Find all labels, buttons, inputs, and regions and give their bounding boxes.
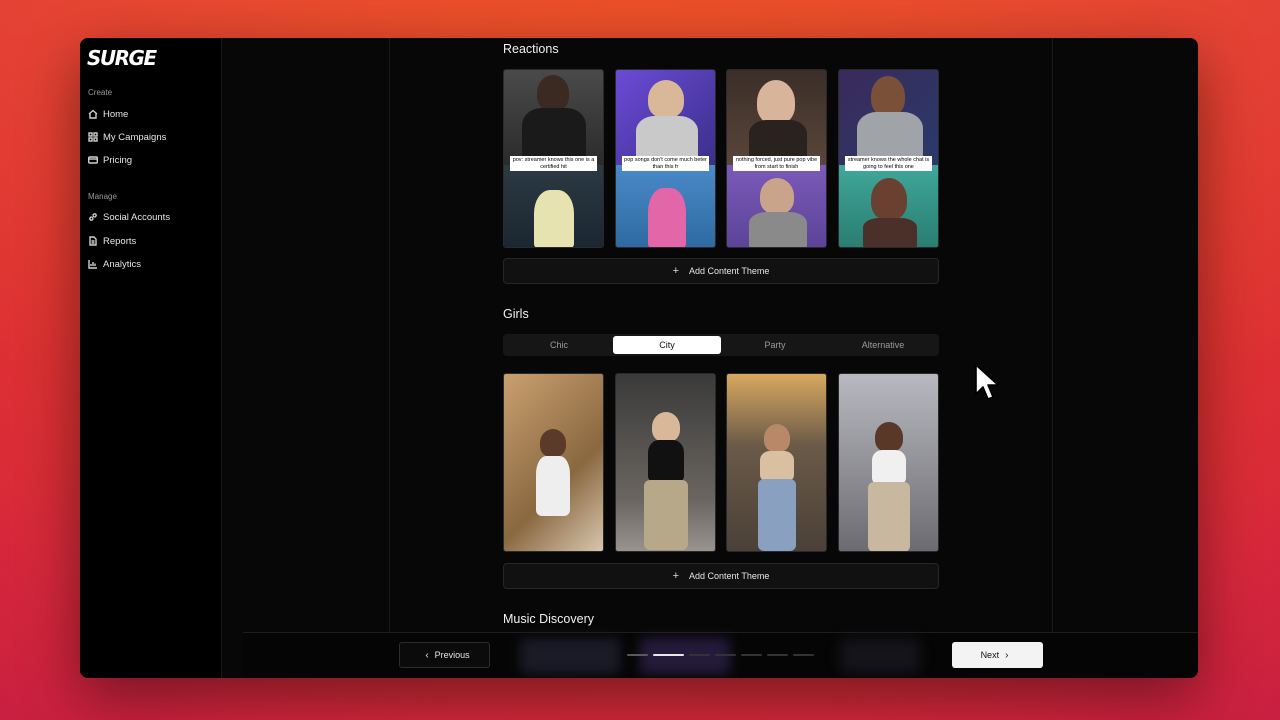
progress-step-current [653,654,684,656]
girls-tabs: Chic City Party Alternative [503,334,939,356]
person-image [536,456,570,516]
person-image [537,75,569,111]
reaction-thumbnail[interactable]: pop songs don't come much beter than thi… [615,69,716,248]
girls-thumbnail[interactable] [503,373,604,552]
add-content-theme-button[interactable]: + Add Content Theme [503,563,939,589]
person-image [871,76,905,116]
chevron-right-icon: › [1005,649,1009,661]
girls-title: Girls [503,307,529,321]
person-image [764,424,790,452]
plus-icon: + [672,570,680,582]
sidebar-item-label: Social Accounts [103,211,171,223]
sidebar-item-label: My Campaigns [103,131,167,143]
progress-step [627,654,648,656]
sidebar-item-label: Home [103,108,129,120]
person-image [760,178,794,214]
sidebar-item-analytics[interactable]: Analytics [88,255,141,273]
person-image [758,479,796,551]
person-image [863,218,917,247]
reaction-thumbnail[interactable]: nothing forced, just pure pop vibe from … [726,69,827,248]
reaction-thumbnail[interactable]: pov: streamer knows this one is a certif… [503,69,604,248]
manage-section-label: Manage [88,192,117,201]
girls-thumbnail[interactable] [726,373,827,552]
progress-step [715,654,736,656]
sidebar-item-social-accounts[interactable]: Social Accounts [88,208,170,226]
add-content-theme-label: Add Content Theme [689,571,770,581]
step-progress [627,654,814,656]
girls-thumbnail[interactable] [838,373,939,552]
person-image [760,451,794,481]
credit-card-icon [88,156,98,164]
progress-step [767,654,788,656]
chevron-left-icon: ‹ [425,649,429,661]
mouse-cursor-icon [975,364,999,400]
create-section-label: Create [88,88,113,97]
person-image [540,429,566,457]
divider [1052,38,1053,632]
progress-step [689,654,710,656]
tab-party[interactable]: Party [721,336,829,354]
sidebar: SURGE Create Home My Campaigns Pricing M… [80,38,222,678]
sidebar-item-pricing[interactable]: Pricing [88,151,132,169]
person-image [872,450,906,484]
sidebar-item-label: Analytics [103,258,142,270]
sidebar-item-label: Reports [103,235,137,247]
thumbnail-caption: streamer knows the whole chat is going t… [845,156,932,171]
person-image [644,480,688,550]
document-icon [89,236,97,246]
tab-chic[interactable]: Chic [505,336,613,354]
person-image [534,190,574,247]
next-button[interactable]: Next › [952,642,1043,668]
surge-logo[interactable]: SURGE [87,46,157,70]
blurred-preview [520,638,620,674]
bar-chart-icon [88,260,97,269]
sidebar-item-label: Pricing [103,154,133,166]
app-window: SURGE Create Home My Campaigns Pricing M… [80,38,1198,678]
add-content-theme-label: Add Content Theme [689,266,770,276]
divider [389,38,390,632]
music-discovery-title: Music Discovery [503,612,594,626]
girls-thumbnail[interactable] [615,373,716,552]
tab-alternative[interactable]: Alternative [829,336,937,354]
thumbnail-caption: pop songs don't come much beter than thi… [622,156,709,171]
grid-icon [88,132,98,142]
tab-city[interactable]: City [613,336,721,354]
sidebar-item-home[interactable]: Home [88,105,128,123]
home-icon [88,109,98,119]
person-image [875,422,903,452]
thumbnail-caption: pov: streamer knows this one is a certif… [510,156,597,171]
person-image [868,482,910,551]
sidebar-item-my-campaigns[interactable]: My Campaigns [88,128,166,146]
person-image [648,188,686,247]
link-icon [89,213,97,221]
plus-icon: + [672,265,680,277]
previous-button[interactable]: ‹ Previous [399,642,490,668]
blurred-preview [640,638,730,674]
progress-step [741,654,762,656]
previous-label: Previous [434,650,470,660]
person-image [749,212,807,247]
progress-step [793,654,814,656]
reaction-thumbnail[interactable]: streamer knows the whole chat is going t… [838,69,939,248]
person-image [652,412,680,442]
person-image [871,178,907,220]
blurred-preview [840,638,920,674]
person-image [757,80,795,124]
sidebar-item-reports[interactable]: Reports [88,232,136,250]
next-label: Next [980,650,1000,660]
thumbnail-caption: nothing forced, just pure pop vibe from … [733,156,820,171]
person-image [648,80,684,118]
reactions-title: Reactions [503,42,559,56]
person-image [648,440,684,482]
add-content-theme-button[interactable]: + Add Content Theme [503,258,939,284]
